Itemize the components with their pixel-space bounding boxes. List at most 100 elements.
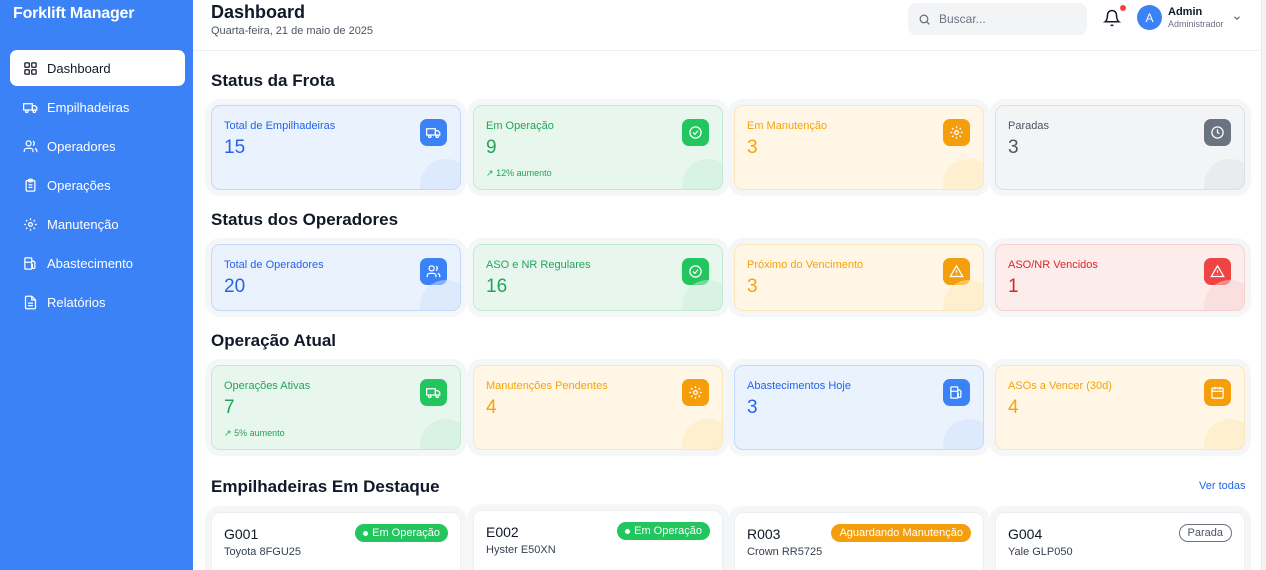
sidebar-item-abastecimento[interactable]: Abastecimento <box>10 245 185 281</box>
forklift-card-g004[interactable]: G004 Yale GLP050 Parada <box>995 512 1245 570</box>
stat-label: Paradas <box>1008 120 1049 132</box>
trend-up-icon: ↗ <box>486 168 494 178</box>
dashboard-icon <box>24 61 37 75</box>
trend-up-icon: ↗ <box>224 428 232 438</box>
sidebar-item-empilhadeiras[interactable]: Empilhadeiras <box>10 89 185 125</box>
stat-value: 3 <box>747 276 758 297</box>
notification-dot <box>1120 5 1126 11</box>
stat-value: 4 <box>486 397 497 418</box>
decorative-bubble <box>943 159 983 189</box>
sidebar-item-label: Operadores <box>47 138 116 154</box>
stat-card-stopped[interactable]: Paradas 3 <box>995 105 1245 190</box>
stat-value: 3 <box>747 137 758 158</box>
stat-card-pending-maintenance[interactable]: Manutenções Pendentes 4 <box>473 365 723 450</box>
stat-card-asos-expiring[interactable]: ASOs a Vencer (30d) 4 <box>995 365 1245 450</box>
clock-icon <box>1211 126 1224 139</box>
forklift-card-r003[interactable]: R003 Crown RR5725 Aguardando Manutenção <box>734 512 984 570</box>
sidebar-item-label: Operações <box>47 177 111 193</box>
stat-label: Total de Empilhadeiras <box>224 120 336 132</box>
fuel-icon <box>24 256 36 270</box>
stat-card-near-expiry[interactable]: Próximo do Vencimento 3 <box>734 244 984 311</box>
warning-icon <box>949 264 964 278</box>
section-title-current-operation: Operação Atual <box>211 331 337 350</box>
decorative-bubble <box>1204 419 1244 449</box>
search-box[interactable] <box>908 3 1087 35</box>
bell-icon[interactable] <box>1103 9 1121 27</box>
stat-label: Próximo do Vencimento <box>747 259 864 271</box>
file-icon <box>24 295 37 309</box>
sidebar-item-label: Abastecimento <box>47 255 133 271</box>
avatar: A <box>1137 5 1162 30</box>
stat-value: 20 <box>224 276 246 297</box>
forklift-code: G004 <box>1008 526 1043 542</box>
stat-card-total-forklifts[interactable]: Total de Empilhadeiras 15 <box>211 105 461 190</box>
sidebar-item-operadores[interactable]: Operadores <box>10 128 185 164</box>
stat-value: 7 <box>224 397 235 418</box>
check-circle-icon <box>689 265 702 278</box>
section-title-operators: Status dos Operadores <box>211 210 399 229</box>
sidebar-item-label: Relatórios <box>47 294 106 310</box>
stat-value: 16 <box>486 276 508 297</box>
sidebar-item-label: Manutenção <box>47 216 119 232</box>
stat-value: 4 <box>1008 397 1019 418</box>
stat-label: Em Manutenção <box>747 120 828 132</box>
calendar-icon <box>1211 386 1224 399</box>
search-icon <box>919 14 930 25</box>
stat-value: 3 <box>1008 137 1019 158</box>
stat-trend: ↗ 5% aumento <box>224 428 285 439</box>
stat-label: Manutenções Pendentes <box>486 380 608 392</box>
status-badge: Em Operação <box>355 524 448 542</box>
stat-card-active-operations[interactable]: Operações Ativas 7 ↗ 5% aumento <box>211 365 461 450</box>
status-badge: Em Operação <box>617 522 710 540</box>
sidebar-item-label: Dashboard <box>47 60 111 76</box>
user-menu[interactable]: A Admin Administrador <box>1137 5 1242 30</box>
clipboard-icon <box>25 178 36 192</box>
forklift-model: Toyota 8FGU25 <box>224 546 302 558</box>
truck-icon <box>426 388 441 399</box>
decorative-bubble <box>943 419 983 449</box>
truck-icon <box>426 128 441 139</box>
stat-label: ASO/NR Vencidos <box>1008 259 1098 271</box>
sidebar-item-operacoes[interactable]: Operações <box>10 167 185 203</box>
page-date: Quarta-feira, 21 de maio de 2025 <box>211 25 374 37</box>
forklift-card-g001[interactable]: G001 Toyota 8FGU25 Em Operação <box>211 512 461 570</box>
search-input[interactable] <box>939 12 1079 26</box>
view-all-link[interactable]: Ver todas <box>1199 480 1245 492</box>
stat-card-aso-nr-regular[interactable]: ASO e NR Regulares 16 <box>473 244 723 311</box>
stat-card-total-operators[interactable]: Total de Operadores 20 <box>211 244 461 311</box>
stat-card-refuels-today[interactable]: Abastecimentos Hoje 3 <box>734 365 984 450</box>
forklift-code: E002 <box>486 524 519 540</box>
stat-label: ASOs a Vencer (30d) <box>1008 380 1112 392</box>
status-badge: Parada <box>1178 524 1232 542</box>
warning-icon <box>1210 264 1225 278</box>
section-title-featured: Empilhadeiras Em Destaque <box>211 477 440 496</box>
stat-trend: ↗ 12% aumento <box>486 168 552 179</box>
app-brand: Forklift Manager <box>13 5 135 22</box>
trend-text: 5% aumento <box>234 428 285 438</box>
forklift-card-e002[interactable]: E002 Hyster E50XN Em Operação <box>473 510 723 570</box>
stat-value: 15 <box>224 137 246 158</box>
sidebar-item-manutencao[interactable]: Manutenção <box>10 206 185 242</box>
status-badge-label: Em Operação <box>372 527 440 539</box>
stat-value: 1 <box>1008 276 1019 297</box>
sidebar-item-relatorios[interactable]: Relatórios <box>10 284 185 320</box>
trend-text: 12% aumento <box>496 168 552 178</box>
user-name: Admin <box>1168 5 1203 18</box>
fuel-icon <box>950 386 962 399</box>
stat-label: Em Operação <box>486 120 554 132</box>
stat-card-in-maintenance[interactable]: Em Manutenção 3 <box>734 105 984 190</box>
page-title: Dashboard <box>211 2 306 22</box>
forklift-model: Hyster E50XN <box>486 544 556 556</box>
section-title-fleet: Status da Frota <box>211 71 335 90</box>
top-bar: Dashboard Quarta-feira, 21 de maio de 20… <box>193 0 1261 51</box>
forklift-model: Yale GLP050 <box>1008 546 1073 558</box>
sidebar-item-dashboard[interactable]: Dashboard <box>10 50 185 86</box>
stat-card-in-operation[interactable]: Em Operação 9 ↗ 12% aumento <box>473 105 723 190</box>
stat-label: Abastecimentos Hoje <box>747 380 851 392</box>
scrollbar-track[interactable] <box>1261 0 1266 570</box>
sidebar: Forklift Manager Dashboard Empilhadeiras… <box>0 0 193 570</box>
decorative-bubble <box>420 419 460 449</box>
stat-card-expired[interactable]: ASO/NR Vencidos 1 <box>995 244 1245 311</box>
user-info: Admin Administrador <box>1168 6 1224 30</box>
stat-label: ASO e NR Regulares <box>486 259 591 271</box>
